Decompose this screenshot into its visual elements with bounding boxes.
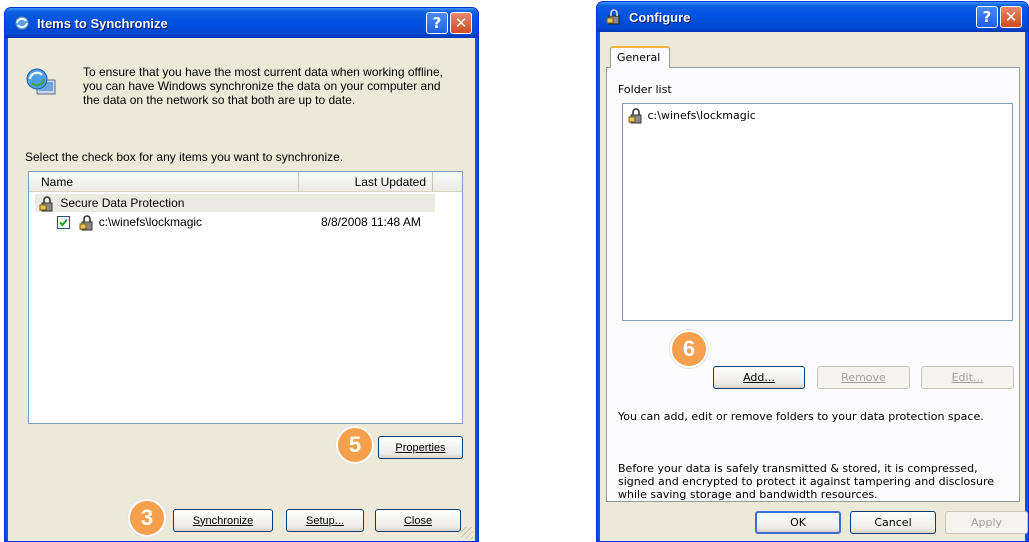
tab-panel: Folder list c:\winefs\lockmagic Add... R… bbox=[606, 67, 1020, 502]
dialog-client: To ensure that you have the most current… bbox=[8, 38, 475, 541]
ok-button[interactable]: OK bbox=[755, 511, 841, 534]
intro-text: To ensure that you have the most current… bbox=[83, 65, 443, 107]
sync-window-icon bbox=[13, 14, 31, 32]
info-text-security: Before your data is safely transmitted &… bbox=[618, 462, 995, 501]
list-group-row[interactable]: Secure Data Protection bbox=[35, 194, 435, 212]
item-last-updated: 8/8/2008 11:48 AM bbox=[321, 215, 421, 229]
list-item[interactable]: c:\winefs\lockmagic 8/8/2008 11:48 AM bbox=[57, 213, 457, 231]
close-icon[interactable]: ✕ bbox=[1000, 6, 1022, 28]
folder-lock-icon bbox=[79, 215, 95, 231]
setup-button[interactable]: Setup... bbox=[286, 509, 364, 532]
properties-button[interactable]: Properties bbox=[378, 436, 463, 459]
item-name: c:\winefs\lockmagic bbox=[98, 215, 203, 229]
list-header: Name Last Updated bbox=[29, 172, 462, 192]
synchronize-button[interactable]: Synchronize bbox=[173, 509, 273, 532]
title-bar[interactable]: Configure ? ✕ bbox=[597, 2, 1028, 32]
list-item[interactable]: c:\winefs\lockmagic bbox=[628, 107, 756, 125]
resize-grip[interactable] bbox=[461, 527, 473, 539]
instruction-text: Select the check box for any items you w… bbox=[25, 150, 344, 164]
configure-window: Configure ? ✕ General Folder list c:\win… bbox=[596, 1, 1029, 542]
cancel-button[interactable]: Cancel bbox=[850, 511, 936, 534]
close-button[interactable]: Close bbox=[375, 509, 461, 532]
folder-lock-icon bbox=[605, 8, 623, 26]
title-bar[interactable]: Items to Synchronize ? ✕ bbox=[5, 8, 478, 38]
help-icon[interactable]: ? bbox=[976, 6, 998, 28]
callout-badge-synchronize: 3 bbox=[128, 499, 166, 537]
folder-lock-icon bbox=[628, 108, 644, 124]
help-icon[interactable]: ? bbox=[426, 12, 448, 34]
folder-list[interactable]: c:\winefs\lockmagic bbox=[622, 103, 1013, 321]
callout-badge-properties: 5 bbox=[336, 426, 374, 464]
items-to-synchronize-window: Items to Synchronize ? ✕ To ensure that … bbox=[4, 7, 479, 542]
window-title: Configure bbox=[629, 9, 691, 25]
folder-path: c:\winefs\lockmagic bbox=[647, 109, 756, 122]
callout-badge-add: 6 bbox=[670, 330, 708, 368]
remove-button[interactable]: Remove bbox=[817, 366, 910, 389]
sync-items-list[interactable]: Name Last Updated Secure Data Protection bbox=[28, 171, 463, 424]
item-checkbox[interactable] bbox=[57, 216, 70, 230]
add-button[interactable]: Add... bbox=[713, 366, 805, 389]
window-title: Items to Synchronize bbox=[37, 15, 168, 31]
info-text-folders: You can add, edit or remove folders to y… bbox=[618, 410, 984, 423]
dialog-client: General Folder list c:\winefs\lockmagic … bbox=[600, 32, 1028, 541]
apply-button[interactable]: Apply bbox=[945, 511, 1028, 534]
tab-general[interactable]: General bbox=[610, 46, 670, 68]
close-icon[interactable]: ✕ bbox=[450, 12, 472, 34]
folder-list-label: Folder list bbox=[618, 83, 672, 96]
sync-globe-icon bbox=[25, 66, 59, 100]
folder-lock-icon bbox=[39, 196, 55, 212]
column-header-last-updated[interactable]: Last Updated bbox=[299, 172, 433, 192]
edit-button[interactable]: Edit... bbox=[921, 366, 1014, 389]
group-label: Secure Data Protection bbox=[60, 196, 185, 210]
column-header-name[interactable]: Name bbox=[29, 172, 299, 192]
